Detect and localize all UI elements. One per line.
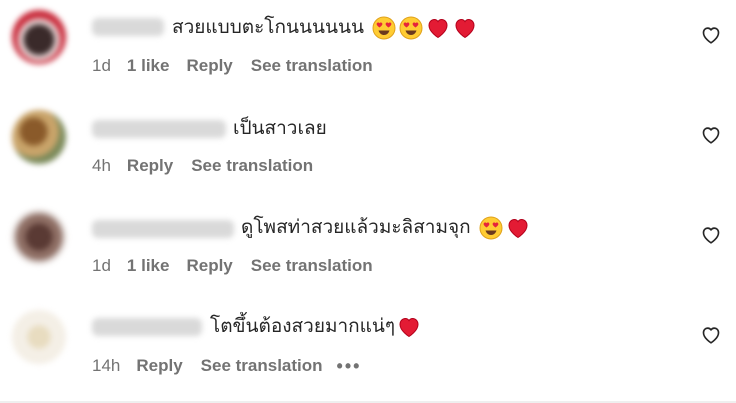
reply-button[interactable]: Reply bbox=[186, 256, 232, 276]
reply-button[interactable]: Reply bbox=[186, 56, 232, 76]
red-heart-emoji bbox=[397, 315, 421, 339]
avatar[interactable] bbox=[12, 10, 66, 64]
comment-body: สวยแบบตะโกนนนนนน bbox=[172, 17, 364, 38]
avatar[interactable] bbox=[12, 210, 66, 264]
comment-text: โตขึ้นต้องสวยมากแน่ๆ bbox=[210, 315, 422, 339]
comment-item: สวยแบบตะโกนนนนนน 1d 1 like Reply See tra… bbox=[0, 0, 736, 100]
comment-meta: 1d 1 like Reply See translation bbox=[92, 55, 373, 77]
comment-time[interactable]: 14h bbox=[92, 356, 120, 376]
like-count[interactable]: 1 like bbox=[127, 56, 170, 76]
see-translation-button[interactable]: See translation bbox=[251, 256, 373, 276]
comment-body: โตขึ้นต้องสวยมากแน่ๆ bbox=[210, 316, 396, 337]
username-blurred[interactable] bbox=[92, 318, 202, 336]
reply-button[interactable]: Reply bbox=[127, 156, 173, 176]
heart-outline-icon[interactable] bbox=[700, 224, 722, 246]
avatar[interactable] bbox=[12, 110, 66, 164]
heart-eyes-emoji bbox=[372, 16, 396, 40]
comment-item: เป็นสาวเลย 4h Reply See translation bbox=[0, 100, 736, 200]
heart-outline-icon[interactable] bbox=[700, 24, 722, 46]
like-count[interactable]: 1 like bbox=[127, 256, 170, 276]
comment-meta: 4h Reply See translation bbox=[92, 155, 313, 177]
username-blurred[interactable] bbox=[92, 120, 226, 138]
comment-time[interactable]: 1d bbox=[92, 56, 111, 76]
comment-time[interactable]: 1d bbox=[92, 256, 111, 276]
comment-text: เป็นสาวเลย bbox=[233, 117, 333, 141]
comment-text: สวยแบบตะโกนนนนนน bbox=[172, 16, 478, 40]
heart-outline-icon[interactable] bbox=[700, 124, 722, 146]
red-heart-emoji bbox=[426, 16, 450, 40]
comment-body: เป็นสาวเลย bbox=[233, 118, 327, 139]
heart-eyes-emoji bbox=[399, 16, 423, 40]
comment-body: ดูโพสท่าสวยแล้วมะลิสามจุก bbox=[241, 217, 471, 238]
red-heart-emoji bbox=[506, 216, 530, 240]
see-translation-button[interactable]: See translation bbox=[251, 56, 373, 76]
comment-meta: 1d 1 like Reply See translation bbox=[92, 255, 373, 277]
comment-item: โตขึ้นต้องสวยมากแน่ๆ 14h Reply See trans… bbox=[0, 300, 736, 400]
avatar[interactable] bbox=[12, 310, 66, 364]
comment-item: ดูโพสท่าสวยแล้วมะลิสามจุก 1d 1 like Repl… bbox=[0, 200, 736, 300]
see-translation-button[interactable]: See translation bbox=[201, 356, 323, 376]
comment-meta: 14h Reply See translation ••• bbox=[92, 355, 361, 377]
reply-button[interactable]: Reply bbox=[136, 356, 182, 376]
see-translation-button[interactable]: See translation bbox=[191, 156, 313, 176]
heart-outline-icon[interactable] bbox=[700, 324, 722, 346]
username-blurred[interactable] bbox=[92, 18, 164, 36]
comment-text: ดูโพสท่าสวยแล้วมะลิสามจุก bbox=[241, 216, 531, 240]
username-blurred[interactable] bbox=[92, 220, 234, 238]
more-options-button[interactable]: ••• bbox=[337, 356, 362, 377]
red-heart-emoji bbox=[453, 16, 477, 40]
comment-time[interactable]: 4h bbox=[92, 156, 111, 176]
heart-eyes-emoji bbox=[479, 216, 503, 240]
